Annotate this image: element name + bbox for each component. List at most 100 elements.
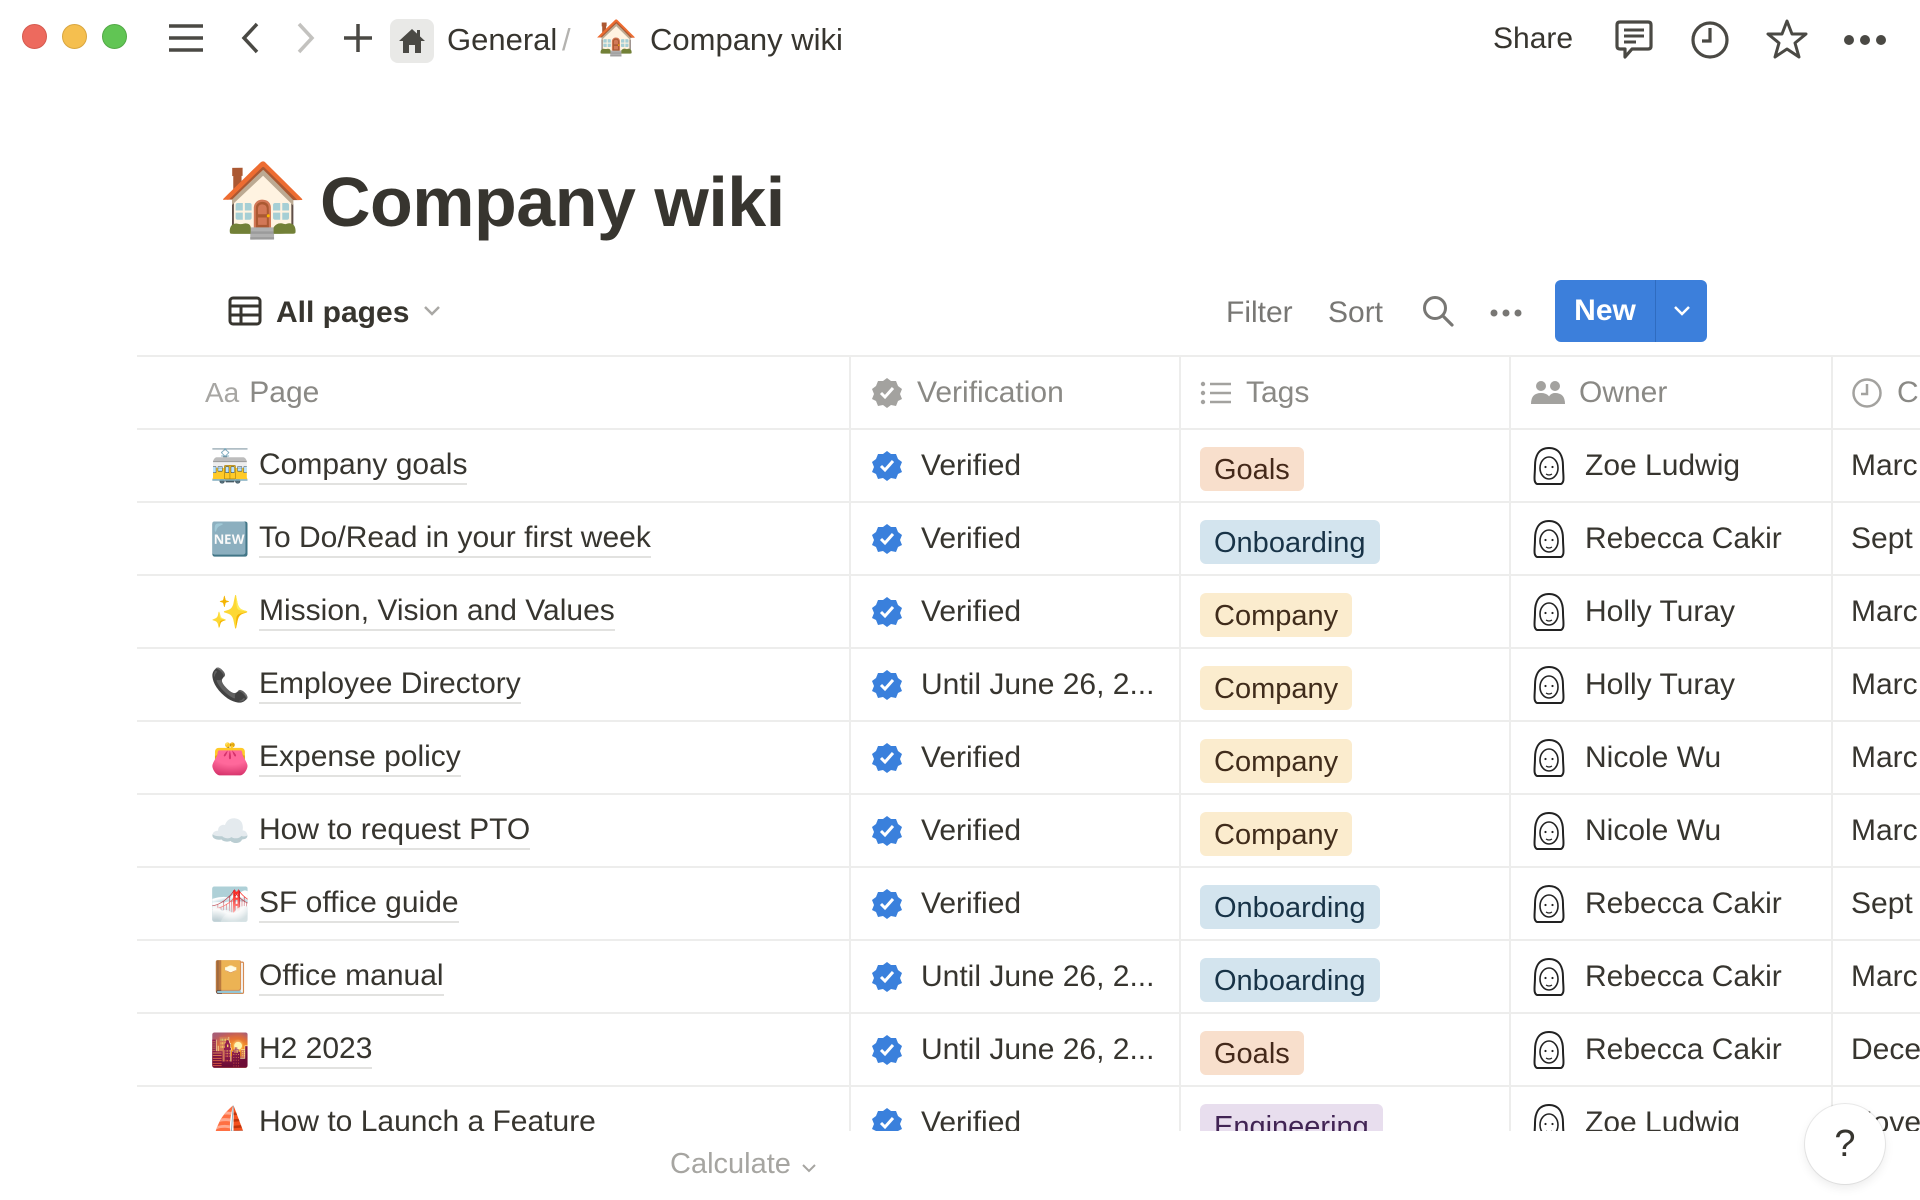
column-header-tags[interactable]: Tags xyxy=(1179,357,1509,428)
plus-icon[interactable] xyxy=(338,18,378,58)
forward-icon[interactable] xyxy=(286,18,326,58)
table-row[interactable]: 🌇 H2 2023 Until June 26, 2... Goals Rebecca … xyxy=(137,1014,1920,1087)
owner-cell[interactable]: Rebecca Cakir xyxy=(1509,1014,1831,1085)
minimize-window-button[interactable] xyxy=(62,24,87,49)
page-link[interactable]: Expense policy xyxy=(259,739,461,777)
created-cell[interactable]: Sept xyxy=(1831,868,1920,939)
breadcrumb-general[interactable]: General xyxy=(447,20,557,60)
table-row[interactable]: 📔 Office manual Until June 26, 2... Onboard… xyxy=(137,941,1920,1014)
page-cell[interactable]: 🌁 SF office guide xyxy=(137,868,849,939)
page-cell[interactable]: ☁️ How to request PTO xyxy=(137,795,849,866)
owner-cell[interactable]: Holly Turay xyxy=(1509,649,1831,720)
star-icon[interactable] xyxy=(1764,16,1810,62)
more-icon[interactable] xyxy=(1840,18,1890,62)
column-header-owner[interactable]: Owner xyxy=(1509,357,1831,428)
created-cell[interactable]: Marc xyxy=(1831,722,1920,793)
column-header-created[interactable]: C xyxy=(1831,357,1920,428)
comment-icon[interactable] xyxy=(1612,18,1656,62)
verification-cell[interactable]: Verified xyxy=(849,795,1179,866)
filter-button[interactable]: Filter xyxy=(1226,292,1293,334)
new-button[interactable]: New xyxy=(1555,280,1655,342)
owner-cell[interactable]: Rebecca Cakir xyxy=(1509,503,1831,574)
tags-cell[interactable]: Company xyxy=(1179,795,1509,866)
page-title[interactable]: Company wiki xyxy=(320,160,785,244)
column-header-verification[interactable]: Verification xyxy=(849,357,1179,428)
tags-cell[interactable]: Onboarding xyxy=(1179,503,1509,574)
page-cell[interactable]: 🌇 H2 2023 xyxy=(137,1014,849,1085)
owner-cell[interactable]: Zoe Ludwig xyxy=(1509,1087,1831,1131)
new-options-button[interactable] xyxy=(1655,280,1707,342)
verification-cell[interactable]: Verified xyxy=(849,868,1179,939)
page-link[interactable]: Office manual xyxy=(259,958,444,996)
page-cell[interactable]: 🚋 Company goals xyxy=(137,430,849,501)
page-link[interactable]: Mission, Vision and Values xyxy=(259,593,615,631)
clock-icon[interactable] xyxy=(1688,18,1732,62)
page-link[interactable]: To Do/Read in your first week xyxy=(259,520,651,558)
page-link[interactable]: How to request PTO xyxy=(259,812,531,850)
page-link[interactable]: H2 2023 xyxy=(259,1031,373,1069)
page-cell[interactable]: 👛 Expense policy xyxy=(137,722,849,793)
tags-cell[interactable]: Company xyxy=(1179,576,1509,647)
tags-cell[interactable]: Company xyxy=(1179,722,1509,793)
verification-cell[interactable]: Verified xyxy=(849,1087,1179,1131)
created-cell[interactable]: Dece xyxy=(1831,1014,1920,1085)
view-selector[interactable]: All pages xyxy=(228,292,441,334)
tags-cell[interactable]: Onboarding xyxy=(1179,941,1509,1012)
owner-cell[interactable]: Nicole Wu xyxy=(1509,722,1831,793)
table-row[interactable]: ✨ Mission, Vision and Values Verified Compa… xyxy=(137,576,1920,649)
tags-cell[interactable]: Onboarding xyxy=(1179,868,1509,939)
menu-icon[interactable] xyxy=(162,18,210,58)
verification-cell[interactable]: Verified xyxy=(849,722,1179,793)
tags-cell[interactable]: Engineering xyxy=(1179,1087,1509,1131)
column-header-page[interactable]: Aa Page xyxy=(137,357,849,428)
created-cell[interactable]: Marc xyxy=(1831,430,1920,501)
sort-button[interactable]: Sort xyxy=(1328,292,1383,334)
table-row[interactable]: 👛 Expense policy Verified Company Nicole Wu M… xyxy=(137,722,1920,795)
zoom-window-button[interactable] xyxy=(102,24,127,49)
owner-cell[interactable]: Rebecca Cakir xyxy=(1509,941,1831,1012)
verification-cell[interactable]: Verified xyxy=(849,576,1179,647)
verification-cell[interactable]: Until June 26, 2... xyxy=(849,941,1179,1012)
page-cell[interactable]: ✨ Mission, Vision and Values xyxy=(137,576,849,647)
table-row[interactable]: 🌁 SF office guide Verified Onboarding Rebecc… xyxy=(137,868,1920,941)
page-cell[interactable]: 📔 Office manual xyxy=(137,941,849,1012)
created-cell[interactable]: Marc xyxy=(1831,795,1920,866)
table-row[interactable]: 🚋 Company goals Verified Goals Zoe Ludwig Mar… xyxy=(137,430,1920,503)
verification-cell[interactable]: Until June 26, 2... xyxy=(849,1014,1179,1085)
page-cell[interactable]: 🆕 To Do/Read in your first week xyxy=(137,503,849,574)
created-cell[interactable]: Marc xyxy=(1831,576,1920,647)
help-button[interactable]: ? xyxy=(1805,1104,1885,1184)
page-link[interactable]: SF office guide xyxy=(259,885,459,923)
view-more-icon[interactable] xyxy=(1484,292,1528,334)
page-link[interactable]: Employee Directory xyxy=(259,666,521,704)
owner-cell[interactable]: Nicole Wu xyxy=(1509,795,1831,866)
page-link[interactable]: Company goals xyxy=(259,447,468,485)
owner-cell[interactable]: Rebecca Cakir xyxy=(1509,868,1831,939)
page-cell[interactable]: ⛵ How to Launch a Feature xyxy=(137,1087,849,1132)
verification-cell[interactable]: Verified xyxy=(849,430,1179,501)
created-cell[interactable]: Sept xyxy=(1831,503,1920,574)
tags-cell[interactable]: Goals xyxy=(1179,1014,1509,1085)
tags-cell[interactable]: Goals xyxy=(1179,430,1509,501)
back-icon[interactable] xyxy=(230,18,270,58)
table-row[interactable]: 📞 Employee Directory Until June 26, 2... Co… xyxy=(137,649,1920,722)
owner-cell[interactable]: Zoe Ludwig xyxy=(1509,430,1831,501)
verification-cell[interactable]: Until June 26, 2... xyxy=(849,649,1179,720)
owner-cell[interactable]: Holly Turay xyxy=(1509,576,1831,647)
page-link[interactable]: How to Launch a Feature xyxy=(259,1104,596,1132)
close-window-button[interactable] xyxy=(22,24,47,49)
table-row[interactable]: ☁️ How to request PTO Verified Company Nicol… xyxy=(137,795,1920,868)
share-button[interactable]: Share xyxy=(1493,19,1573,59)
tags-cell[interactable]: Company xyxy=(1179,649,1509,720)
verification-cell[interactable]: Verified xyxy=(849,503,1179,574)
search-icon[interactable] xyxy=(1418,290,1458,332)
page-cell[interactable]: 📞 Employee Directory xyxy=(137,649,849,720)
page-emoji-icon[interactable]: 🏠 xyxy=(218,160,308,240)
table-row[interactable]: 🆕 To Do/Read in your first week Verified On… xyxy=(137,503,1920,576)
calculate-button[interactable]: Calculate xyxy=(670,1148,817,1181)
home-icon[interactable] xyxy=(390,19,434,63)
created-cell[interactable]: Marc xyxy=(1831,649,1920,720)
table-row[interactable]: ⛵ How to Launch a Feature Verified Engineer… xyxy=(137,1087,1920,1131)
breadcrumb-company-wiki[interactable]: Company wiki xyxy=(650,20,843,60)
created-cell[interactable]: Marc xyxy=(1831,941,1920,1012)
